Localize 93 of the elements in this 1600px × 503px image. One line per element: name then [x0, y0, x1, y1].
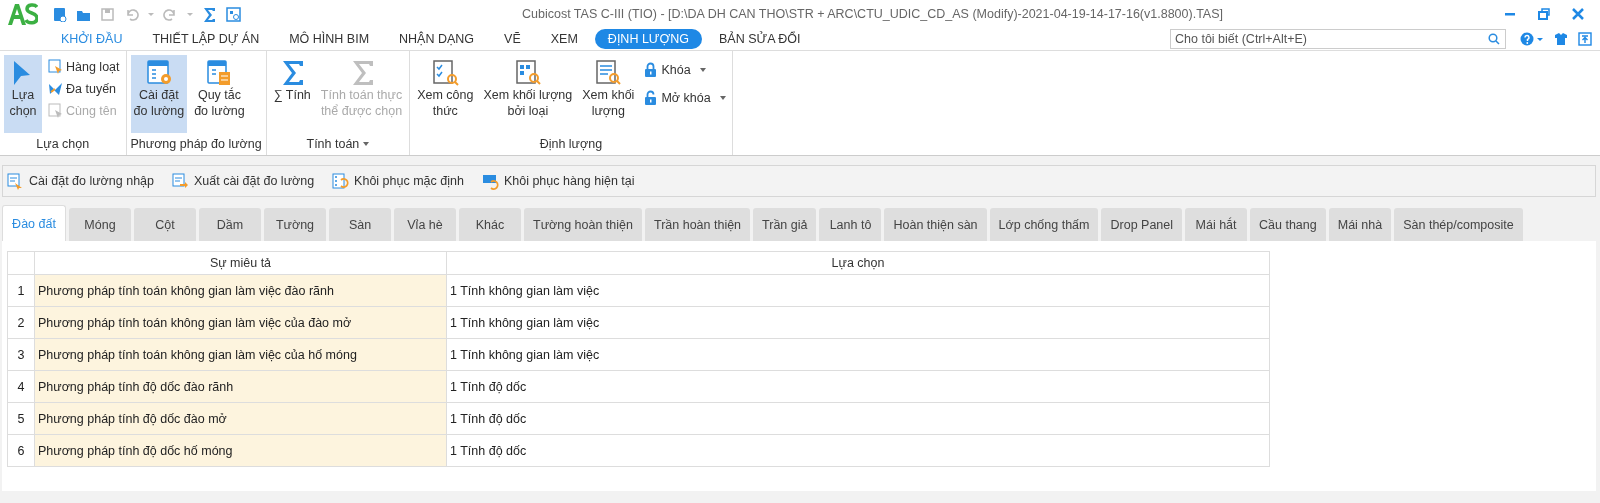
restore-icon[interactable] [1538, 8, 1550, 20]
ribbon-tab[interactable]: VẼ [491, 29, 534, 49]
lock-icon [643, 62, 659, 78]
tab[interactable]: Đào đất [2, 205, 66, 241]
search-field[interactable]: Cho tôi biết (Ctrl+Alt+E) [1170, 29, 1506, 49]
ribbon-button[interactable]: Khóa [641, 57, 728, 83]
table-cell[interactable]: 1 Tính độ dốc [446, 402, 1270, 435]
tab[interactable]: Mái nhà [1328, 208, 1392, 241]
toolbar-button[interactable]: Khôi phục hàng hiện tại [481, 172, 635, 190]
app-logo [6, 1, 38, 27]
close-icon[interactable] [1572, 8, 1584, 20]
save-icon [100, 6, 115, 22]
tab[interactable]: Sàn [329, 208, 391, 241]
ribbon-tab[interactable]: MÔ HÌNH BIM [276, 29, 383, 49]
toolbar-button[interactable]: Cài đặt đo lường nhập [7, 172, 154, 190]
group-label: Phương pháp đo lường [130, 136, 262, 153]
table-cell: Phương pháp tính độ dốc đào mở [34, 402, 447, 435]
table-cell: Phương pháp tính toán không gian làm việc đào rãnh [34, 274, 447, 307]
ribbon-button[interactable]: Xem công thức [414, 55, 477, 133]
group-label: Định lượng [538, 136, 604, 153]
caret-icon [187, 12, 193, 16]
tab[interactable]: Sàn thép/composite [1394, 208, 1523, 241]
ribbon-button[interactable]: Xem khối lượng bởi loại [480, 55, 576, 133]
table-cell[interactable]: 1 Tính không gian làm việc [446, 338, 1270, 371]
table-cell: Phương pháp tính độ dốc đào rãnh [34, 370, 447, 403]
tab[interactable]: Lanh tô [819, 208, 882, 241]
tab[interactable]: Móng [69, 208, 131, 241]
tab[interactable]: Lớp chống thấm [989, 208, 1099, 241]
row-number: 3 [7, 338, 35, 371]
unlock-icon [643, 90, 659, 106]
tab[interactable]: Tường [264, 208, 326, 241]
collapse-icon[interactable] [1578, 32, 1592, 46]
group-label: Lựa chọn [35, 136, 91, 153]
cursor-icon [48, 103, 63, 119]
search-icon [1488, 33, 1500, 45]
tab[interactable]: Trần hoàn thiện [644, 208, 751, 241]
cursor-icon [48, 59, 63, 75]
table-cell: Phương pháp tính toán không gian làm việc của hố móng [34, 338, 447, 371]
document-arrow-icon [172, 172, 189, 190]
toolbar-button[interactable]: Khôi phục mặc định [332, 172, 464, 190]
ribbon-tab[interactable]: NHẬN DẠNG [386, 29, 488, 49]
ribbon-button[interactable]: Lựa chọn [4, 55, 42, 133]
table-cell[interactable]: 1 Tính độ dốc [446, 434, 1270, 467]
ribbon-button[interactable]: Đa tuyến [46, 79, 122, 99]
toolbar-button[interactable]: Xuất cài đặt đo lường [172, 172, 315, 190]
ribbon-button[interactable]: Quy tắc đo lường [191, 55, 248, 133]
ribbon-button[interactable]: Xem khối lượng [579, 55, 638, 133]
new-file-icon[interactable] [52, 6, 67, 22]
ribbon-tab[interactable]: XEM [537, 29, 591, 49]
ribbon-button[interactable]: Cài đặt đo lường [130, 55, 188, 133]
window-title: Cubicost TAS C-III (TIO) - [D:\DA DH CAN THO\STR + ARC\CTU_UDIC_CD_AS (Modify)-2021-04-19-14-17-16(v1.8800).TAS] [521, 7, 1224, 21]
tab[interactable]: Trần giả [753, 208, 817, 241]
row-number: 6 [7, 434, 35, 467]
table-cell: Phương pháp tính toán không gian làm việc của đào mở [34, 306, 447, 339]
tab[interactable]: Tường hoàn thiện [524, 208, 642, 241]
tab[interactable]: Khác [459, 208, 521, 241]
tab[interactable]: Drop Panel [1101, 208, 1183, 241]
ribbon-button[interactable]: Hàng loạt [46, 57, 122, 77]
polyline-icon [48, 81, 63, 97]
tab[interactable]: Cột [134, 208, 196, 241]
tab[interactable]: Cầu thang [1250, 208, 1326, 241]
ribbon-tab[interactable]: THIẾT LẬP DỰ ÁN [139, 29, 273, 49]
tab[interactable]: Dầm [199, 208, 261, 241]
group-label[interactable]: Tính toán [270, 133, 406, 155]
redo-icon [163, 6, 178, 22]
row-number: 5 [7, 402, 35, 435]
ribbon-tab[interactable]: ĐỊNH LƯỢNG [594, 29, 702, 49]
table-cell[interactable]: 1 Tính không gian làm việc [446, 306, 1270, 339]
ribbon-button[interactable]: Mở khóa [641, 85, 728, 111]
row-number: 2 [7, 306, 35, 339]
tab[interactable]: Mái hắt [1185, 208, 1248, 241]
table-cell[interactable]: 1 Tính độ dốc [446, 370, 1270, 403]
table-cell[interactable]: 1 Tính không gian làm việc [446, 274, 1270, 307]
column-header: Sự miêu tả [34, 251, 447, 275]
row-restore-icon [481, 172, 499, 190]
checklist-icon [430, 57, 461, 87]
column-header: Lựa chọn [446, 251, 1270, 275]
grid-search-icon[interactable] [226, 6, 241, 22]
table-cell: Phương pháp tính độ dốc hố móng [34, 434, 447, 467]
list-restore-icon [332, 172, 350, 190]
shirt-icon[interactable] [1554, 32, 1568, 46]
undo-icon [124, 6, 139, 22]
tab[interactable]: Hoàn thiện sàn [884, 208, 987, 241]
caret-icon [148, 12, 154, 16]
ribbon-button[interactable]: ∑ Tính [270, 55, 314, 133]
ribbon-tab[interactable]: BẢN SỬA ĐỔI [706, 29, 814, 49]
sigma-icon[interactable] [202, 6, 217, 22]
tab[interactable]: Vỉa hè [394, 208, 456, 241]
document-arrow-icon [7, 172, 24, 190]
ribbon-tab[interactable]: KHỞI ĐẦU [48, 29, 136, 49]
row-number: 1 [7, 274, 35, 307]
help-icon[interactable] [1520, 32, 1544, 46]
row-number: 4 [7, 370, 35, 403]
